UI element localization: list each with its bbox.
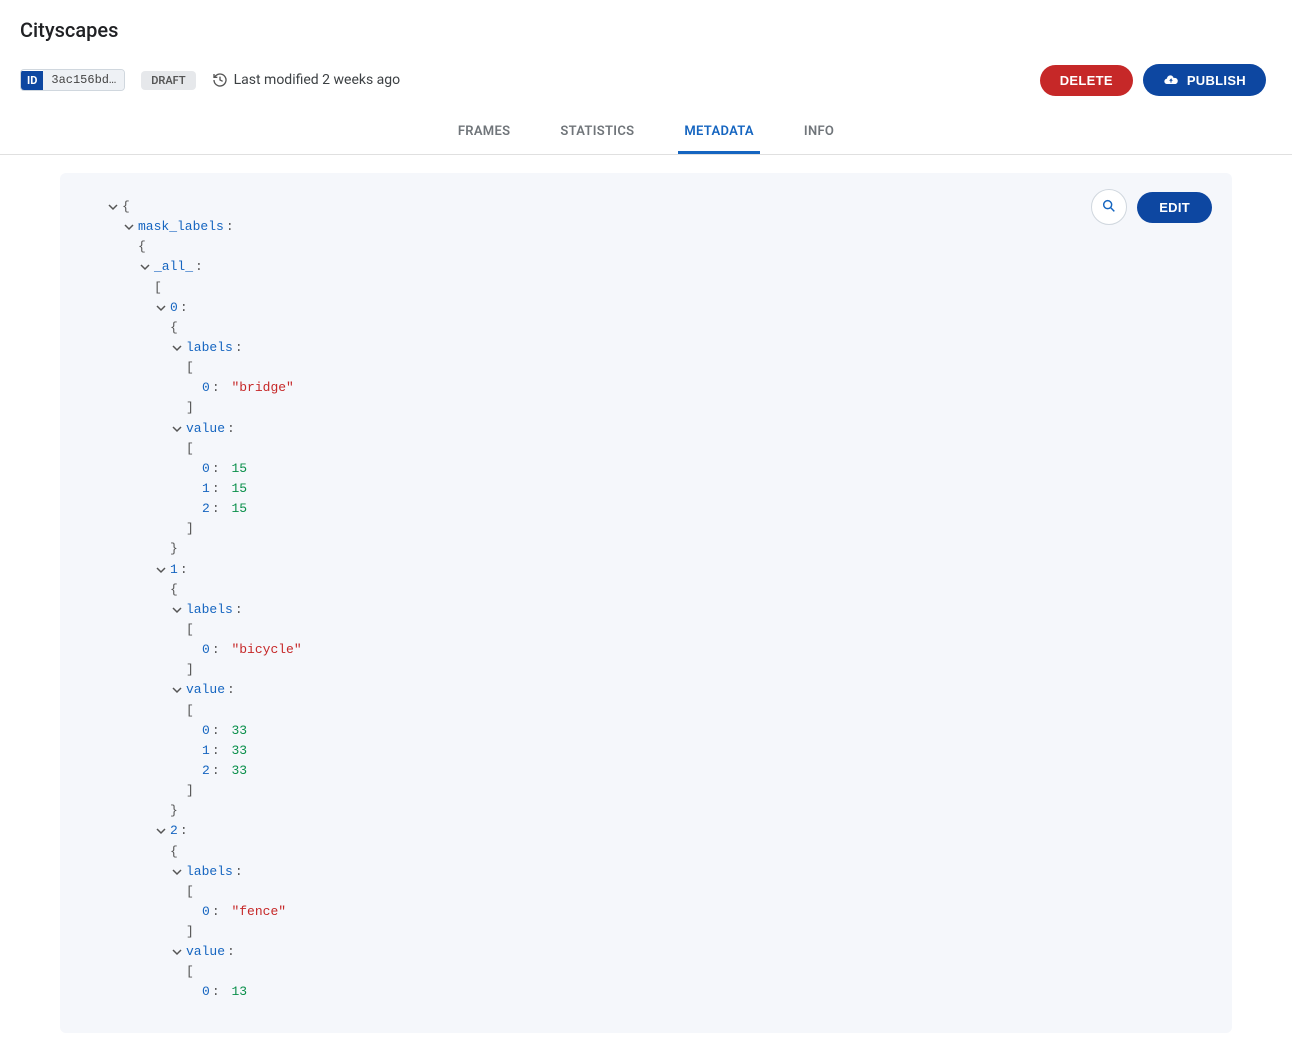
tree-key: value xyxy=(186,942,225,962)
publish-button[interactable]: PUBLISH xyxy=(1143,64,1266,96)
tree-value: "bridge" xyxy=(231,378,293,398)
tab-frames[interactable]: FRAMES xyxy=(452,112,517,154)
chevron-down-icon[interactable] xyxy=(154,826,168,836)
tree-node: [ xyxy=(186,358,194,378)
tree-node: } xyxy=(170,801,178,821)
tree-node: ] xyxy=(186,660,194,680)
search-button[interactable] xyxy=(1091,189,1127,225)
tree-key: labels xyxy=(186,600,233,620)
metadata-panel: EDIT { mask_labels: { _all_: xyxy=(60,173,1232,1033)
id-chip[interactable]: ID 3ac156bd… xyxy=(20,69,125,91)
tree-key: _all_ xyxy=(154,257,193,277)
tree-node: { xyxy=(170,318,178,338)
chevron-down-icon[interactable] xyxy=(170,685,184,695)
status-badge: DRAFT xyxy=(141,71,195,90)
last-modified-text: Last modified 2 weeks ago xyxy=(234,72,401,88)
tree-key: 2 xyxy=(202,499,210,519)
tree-value: "bicycle" xyxy=(231,640,301,660)
chevron-down-icon[interactable] xyxy=(154,303,168,313)
chevron-down-icon[interactable] xyxy=(170,947,184,957)
tree-key: 0 xyxy=(202,459,210,479)
tree-key: labels xyxy=(186,338,233,358)
tree-key: 0 xyxy=(202,902,210,922)
history-icon xyxy=(212,72,228,88)
tree-node: { xyxy=(170,842,178,862)
cloud-upload-icon xyxy=(1163,72,1179,88)
tree-node: [ xyxy=(186,439,194,459)
tree-value: 33 xyxy=(231,761,247,781)
tree-node: [ xyxy=(186,620,194,640)
tree-node: ] xyxy=(186,519,194,539)
id-badge-label: ID xyxy=(21,71,43,90)
chevron-down-icon[interactable] xyxy=(122,222,136,232)
chevron-down-icon[interactable] xyxy=(154,565,168,575)
edit-button[interactable]: EDIT xyxy=(1137,192,1212,223)
tree-node: [ xyxy=(186,882,194,902)
page-title: Cityscapes xyxy=(20,18,1272,42)
tree-key: labels xyxy=(186,862,233,882)
delete-button[interactable]: DELETE xyxy=(1040,65,1133,96)
tree-key: 0 xyxy=(202,721,210,741)
tree-value: "fence" xyxy=(231,902,286,922)
tree-node: ] xyxy=(186,922,194,942)
chevron-down-icon[interactable] xyxy=(138,262,152,272)
tree-value: 33 xyxy=(231,741,247,761)
tree-key: 0 xyxy=(202,982,210,1002)
tree-node: [ xyxy=(186,701,194,721)
tree-key: 1 xyxy=(202,741,210,761)
tree-node: [ xyxy=(154,278,162,298)
tree-key: 2 xyxy=(202,761,210,781)
tree-key: 0 xyxy=(202,378,210,398)
tree-value: 15 xyxy=(231,459,247,479)
tree-key: 1 xyxy=(170,560,178,580)
tab-statistics[interactable]: STATISTICS xyxy=(554,112,640,154)
tree-node: { xyxy=(122,197,130,217)
search-icon xyxy=(1101,198,1117,217)
tab-metadata[interactable]: METADATA xyxy=(678,112,760,154)
tree-node: [ xyxy=(186,962,194,982)
tree-node: { xyxy=(170,580,178,600)
tree-value: 13 xyxy=(231,982,247,1002)
tree-node: { xyxy=(138,237,146,257)
tree-key: value xyxy=(186,680,225,700)
tree-node: ] xyxy=(186,398,194,418)
tree-value: 15 xyxy=(231,499,247,519)
tree-key: value xyxy=(186,419,225,439)
id-value: 3ac156bd… xyxy=(43,70,124,90)
json-tree: { mask_labels: { _all_: [ 0: { xyxy=(88,197,1204,1003)
tree-key: mask_labels xyxy=(138,217,224,237)
chevron-down-icon[interactable] xyxy=(170,605,184,615)
tree-key: 0 xyxy=(202,640,210,660)
tree-key: 2 xyxy=(170,821,178,841)
tree-node: ] xyxy=(186,781,194,801)
tree-value: 33 xyxy=(231,721,247,741)
chevron-down-icon[interactable] xyxy=(170,424,184,434)
tree-key: 1 xyxy=(202,479,210,499)
tree-key: 0 xyxy=(170,298,178,318)
tabs: FRAMES STATISTICS METADATA INFO xyxy=(0,112,1292,155)
chevron-down-icon[interactable] xyxy=(170,343,184,353)
chevron-down-icon[interactable] xyxy=(170,867,184,877)
chevron-down-icon[interactable] xyxy=(106,202,120,212)
tab-info[interactable]: INFO xyxy=(798,112,840,154)
tree-value: 15 xyxy=(231,479,247,499)
tree-node: } xyxy=(170,539,178,559)
